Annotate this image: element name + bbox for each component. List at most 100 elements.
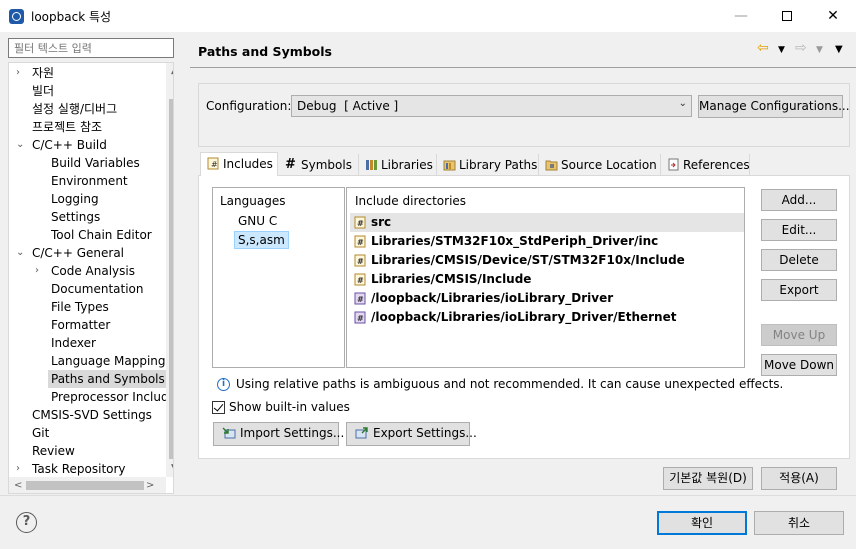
language-item[interactable]: GNU C — [235, 212, 280, 230]
chevron-right-icon[interactable]: › — [16, 64, 26, 82]
app-icon — [9, 9, 24, 24]
import-icon — [222, 427, 236, 439]
export-settings-button[interactable]: Export Settings... — [346, 422, 477, 446]
workspace-folder-icon: # — [354, 292, 366, 305]
filter-input[interactable] — [8, 38, 174, 58]
configuration-label: Configuration: — [206, 99, 292, 113]
maximize-button[interactable] — [764, 0, 810, 32]
include-row[interactable]: # Libraries/CMSIS/Include — [350, 270, 744, 289]
show-builtin-checkbox[interactable] — [212, 401, 225, 414]
close-button[interactable]: ✕ — [810, 0, 856, 32]
tree-item-environment[interactable]: Environment — [51, 172, 128, 190]
tab-symbols[interactable]: # Symbols — [279, 154, 359, 176]
tree-item-cmsis-svd[interactable]: CMSIS-SVD Settings — [32, 406, 152, 424]
svg-text:#: # — [357, 314, 364, 323]
back-arrow-icon[interactable]: ⇦ — [757, 40, 769, 56]
ok-button[interactable]: 확인 — [657, 511, 747, 535]
tree-item-builder[interactable]: 빌더 — [32, 82, 54, 100]
scroll-right-icon[interactable]: > — [146, 477, 154, 493]
tab-label: Includes — [223, 157, 273, 171]
configuration-select[interactable]: Debug [ Active ] ⌄ — [291, 95, 692, 117]
include-row[interactable]: # src — [350, 213, 744, 232]
page-navigation: ⇦ ▼ ⇨ ▼ ▼ — [757, 40, 847, 60]
tab-references[interactable]: References — [661, 154, 750, 176]
include-row[interactable]: # /loopback/Libraries/ioLibrary_Driver — [350, 289, 744, 308]
back-dropdown-icon[interactable]: ▼ — [778, 45, 785, 55]
tree-item-documentation[interactable]: Documentation — [51, 280, 144, 298]
tree-item-git[interactable]: Git — [32, 424, 49, 442]
languages-header: Languages — [220, 194, 286, 208]
chevron-down-icon[interactable]: ⌄ — [16, 244, 26, 262]
window-title: loopback 특성 — [31, 10, 112, 24]
scrollbar-thumb[interactable] — [26, 481, 144, 490]
export-icon — [355, 427, 368, 439]
tree-item-review[interactable]: Review — [32, 442, 75, 460]
help-icon[interactable]: ? — [16, 512, 37, 533]
add-button[interactable]: Add... — [761, 189, 837, 211]
view-menu-icon[interactable]: ▼ — [835, 44, 843, 55]
source-folder-icon — [545, 160, 558, 171]
restore-defaults-button[interactable]: 기본값 복원(D) — [663, 467, 753, 490]
tree-horizontal-scrollbar[interactable]: < > — [9, 477, 166, 493]
scroll-down-icon[interactable]: ▼ — [166, 463, 173, 473]
chevron-down-icon[interactable]: ⌄ — [16, 136, 26, 154]
include-folder-icon: # — [354, 235, 366, 248]
tree-item-run-debug[interactable]: 설정 실행/디버그 — [32, 100, 117, 118]
title-bar: loopback 특성 — ✕ — [0, 0, 856, 32]
include-folder-icon: # — [354, 273, 366, 286]
configuration-value: Debug [ Active ] — [297, 99, 399, 113]
move-down-button[interactable]: Move Down — [761, 354, 837, 376]
tree-item-build-variables[interactable]: Build Variables — [51, 154, 140, 172]
tree-vertical-scrollbar[interactable]: ▲ ▼ — [166, 63, 173, 477]
import-settings-button[interactable]: Import Settings... — [213, 422, 344, 446]
scroll-up-icon[interactable]: ▲ — [166, 66, 173, 76]
tree-item-logging[interactable]: Logging — [51, 190, 99, 208]
footer-separator — [0, 495, 856, 496]
tree-item-project-refs[interactable]: 프로젝트 참조 — [32, 118, 102, 136]
scroll-left-icon[interactable]: < — [14, 477, 22, 493]
tab-source-location[interactable]: Source Location — [539, 154, 661, 176]
tab-label: Source Location — [561, 158, 657, 172]
apply-button[interactable]: 적용(A) — [761, 467, 837, 490]
chevron-right-icon[interactable]: › — [16, 460, 26, 478]
include-row[interactable]: # Libraries/STM32F10x_StdPeriph_Driver/i… — [350, 232, 744, 251]
move-up-button[interactable]: Move Up — [761, 324, 837, 346]
tree-item-tool-chain-editor[interactable]: Tool Chain Editor — [51, 226, 152, 244]
tree-item-preprocessor-include[interactable]: Preprocessor Include — [51, 388, 173, 406]
tab-includes[interactable]: # Includes — [200, 152, 278, 176]
tree-item-settings[interactable]: Settings — [51, 208, 100, 226]
tree-item-formatter[interactable]: Formatter — [51, 316, 110, 334]
library-paths-icon — [443, 160, 456, 171]
language-item-selected[interactable]: S,s,asm — [234, 231, 289, 249]
forward-arrow-icon[interactable]: ⇨ — [795, 40, 807, 56]
libraries-icon — [366, 160, 377, 170]
forward-dropdown-icon[interactable]: ▼ — [816, 45, 823, 55]
chevron-right-icon[interactable]: › — [35, 262, 45, 280]
tab-label: Symbols — [301, 158, 352, 172]
export-button[interactable]: Export — [761, 279, 837, 301]
relative-paths-warning: Using relative paths is ambiguous and no… — [236, 377, 784, 391]
svg-text:#: # — [211, 160, 218, 169]
includes-icon: # — [207, 157, 219, 170]
header-separator — [190, 67, 856, 68]
tree-item-file-types[interactable]: File Types — [51, 298, 109, 316]
minimize-button[interactable]: — — [718, 0, 764, 32]
show-builtin-label: Show built-in values — [229, 400, 350, 414]
tree-item-indexer[interactable]: Indexer — [51, 334, 96, 352]
tree-item-language-mappings[interactable]: Language Mappings — [51, 352, 172, 370]
tab-label: Libraries — [381, 158, 433, 172]
edit-button[interactable]: Edit... — [761, 219, 837, 241]
scrollbar-thumb[interactable] — [169, 99, 173, 459]
chevron-down-icon: ⌄ — [678, 98, 687, 109]
tab-libraries[interactable]: Libraries — [359, 154, 437, 176]
delete-button[interactable]: Delete — [761, 249, 837, 271]
include-row[interactable]: # /loopback/Libraries/ioLibrary_Driver/E… — [350, 308, 744, 327]
tree-item-paths-and-symbols[interactable]: Paths and Symbols — [48, 370, 166, 388]
tab-label: References — [683, 158, 750, 172]
tab-library-paths[interactable]: Library Paths — [437, 154, 539, 176]
manage-configurations-button[interactable]: Manage Configurations... — [698, 95, 850, 118]
cancel-button[interactable]: 취소 — [754, 511, 844, 535]
symbols-icon: # — [285, 157, 296, 172]
include-row[interactable]: # Libraries/CMSIS/Device/ST/STM32F10x/In… — [350, 251, 744, 270]
references-icon — [668, 158, 679, 171]
